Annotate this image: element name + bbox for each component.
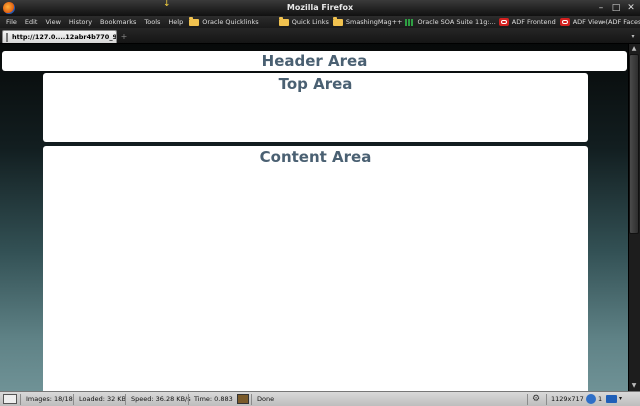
menu-edit[interactable]: Edit	[25, 18, 38, 26]
mail-icon[interactable]	[606, 395, 617, 403]
bookmark-adf-view[interactable]: ADF View (ADF Faces ...	[559, 18, 640, 26]
menu-history[interactable]: History	[69, 18, 92, 26]
content-area-title: Content Area	[259, 148, 372, 166]
oracle-icon	[498, 18, 509, 26]
status-separator	[251, 394, 252, 405]
header-area: Header Area	[2, 51, 627, 71]
header-area-title: Header Area	[261, 52, 368, 70]
status-separator	[527, 394, 528, 405]
top-area-title: Top Area	[278, 75, 353, 93]
status-separator	[188, 394, 189, 405]
folder-icon	[332, 16, 343, 26]
status-speed: Speed: 36.28 KB/s	[131, 395, 191, 403]
status-page-icon[interactable]	[3, 394, 17, 404]
top-area: Top Area	[43, 73, 588, 142]
menu-file[interactable]: File	[6, 18, 17, 26]
download-arrow-icon: ↓	[163, 0, 171, 9]
bookmark-oracle-soa[interactable]: Oracle SOA Suite 11g:...	[405, 18, 496, 26]
status-separator	[73, 394, 74, 405]
minimize-button[interactable]: –	[595, 2, 607, 14]
menu-help[interactable]: Help	[168, 18, 183, 26]
status-done: Done	[257, 395, 275, 403]
status-images: Images: 18/18	[26, 395, 73, 403]
menu-view[interactable]: View	[45, 18, 60, 26]
oracle-icon	[559, 18, 570, 26]
close-button[interactable]: ✕	[625, 2, 637, 14]
status-time: Time: 0.883	[194, 395, 233, 403]
mail-dropdown-icon[interactable]: ▾	[619, 392, 622, 406]
status-separator	[546, 394, 547, 405]
tab-label: http://127.0....12abr4b770_9	[12, 33, 117, 41]
bookmark-adf-frontend[interactable]: ADF Frontend	[498, 18, 556, 26]
status-bar: Images: 18/18 Loaded: 32 KB Speed: 36.28…	[0, 391, 640, 406]
film-strip-icon	[237, 394, 249, 404]
page-viewport: Header Area Top Area Content Area	[0, 44, 628, 391]
menu-tools[interactable]: Tools	[144, 18, 160, 26]
page-icon	[6, 32, 8, 42]
firefox-logo-icon[interactable]	[3, 2, 15, 14]
new-tab-button[interactable]: +	[119, 31, 129, 42]
bookmark-smashingmag[interactable]: SmashingMag++	[332, 16, 402, 26]
window-title: Mozilla Firefox	[286, 3, 354, 12]
content-area: Content Area	[43, 146, 588, 391]
menu-bookmarks[interactable]: Bookmarks	[100, 18, 136, 26]
folder-icon	[278, 16, 289, 26]
gear-icon[interactable]: ⚙	[532, 393, 540, 406]
status-resolution: 1129x717	[551, 395, 584, 403]
maximize-button[interactable]: □	[610, 2, 622, 14]
bookmark-quick-links[interactable]: Quick Links	[278, 16, 329, 26]
status-loaded: Loaded: 32 KB	[79, 395, 127, 403]
window-title-bar: Mozilla Firefox	[0, 0, 640, 16]
tab-current[interactable]: http://127.0....12abr4b770_9	[2, 30, 117, 43]
status-separator	[125, 394, 126, 405]
notification-count: 1	[598, 395, 603, 403]
status-separator	[20, 394, 21, 405]
bookmarks-overflow-chevron-icon[interactable]: »	[602, 16, 606, 28]
notification-badge-icon[interactable]	[586, 394, 596, 404]
bookmark-oracle-quicklinks[interactable]: Oracle Quicklinks	[189, 16, 259, 26]
scrollbar-thumb[interactable]	[629, 54, 639, 234]
scroll-down-arrow-icon[interactable]: ▼	[629, 381, 639, 391]
scroll-up-arrow-icon[interactable]: ▲	[629, 44, 639, 54]
bars-icon	[405, 18, 415, 26]
window-controls: – □ ✕	[595, 2, 637, 14]
folder-icon	[189, 16, 200, 26]
tab-list-icon[interactable]: ▾	[627, 31, 639, 42]
menu-bar: File Edit View History Bookmarks Tools H…	[0, 16, 640, 28]
